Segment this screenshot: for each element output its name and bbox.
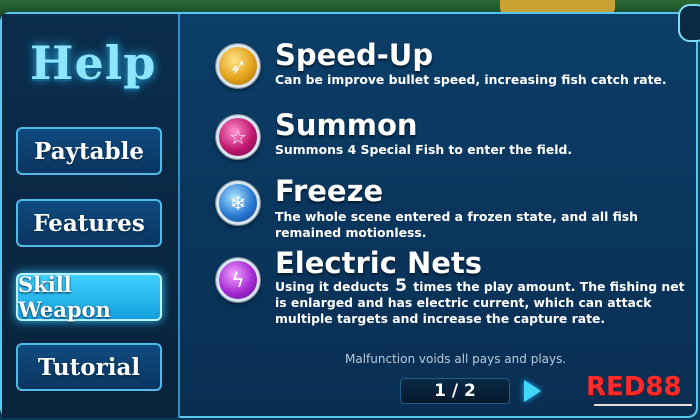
- skill-desc-freeze: The whole scene entered a frozen state, …: [275, 209, 639, 240]
- disclaimer-text: Malfunction voids all pays and plays.: [345, 352, 567, 366]
- logo-tagline: [594, 402, 694, 412]
- nav-skill-weapon-button[interactable]: Skill Weapon: [16, 272, 162, 322]
- deduct-multiplier: 5: [395, 276, 407, 296]
- page-indicator: 1 / 2: [400, 378, 510, 404]
- nav-features-button[interactable]: Features: [16, 199, 162, 247]
- skill-desc-electric-nets: Using it deducts 5 times the play amount…: [275, 278, 695, 327]
- close-knob[interactable]: [678, 4, 700, 42]
- skill-name-summon: Summon: [275, 108, 418, 142]
- desc-text-before: Using it deducts: [275, 279, 389, 294]
- electric-net-icon: ϟ: [216, 258, 260, 302]
- nav-tutorial-button[interactable]: Tutorial: [16, 343, 162, 391]
- next-page-arrow-icon[interactable]: [524, 380, 541, 402]
- logo-tagline-mark: [594, 404, 692, 406]
- skill-name-speed-up: Speed-Up: [275, 38, 434, 72]
- skill-desc-speed-up: Can be improve bullet speed, increasing …: [275, 72, 667, 87]
- red88-logo: RED88: [586, 372, 682, 402]
- skill-name-electric-nets: Electric Nets: [275, 246, 483, 280]
- speed-up-icon: ➶: [216, 44, 260, 88]
- pentagram-icon: ☆: [216, 115, 260, 159]
- help-title: Help: [30, 36, 157, 90]
- skill-name-freeze: Freeze: [275, 174, 384, 208]
- nav-paytable-button[interactable]: Paytable: [16, 127, 162, 175]
- snowflake-icon: ❄: [216, 181, 260, 225]
- skill-desc-summon: Summons 4 Special Fish to enter the fiel…: [275, 142, 573, 157]
